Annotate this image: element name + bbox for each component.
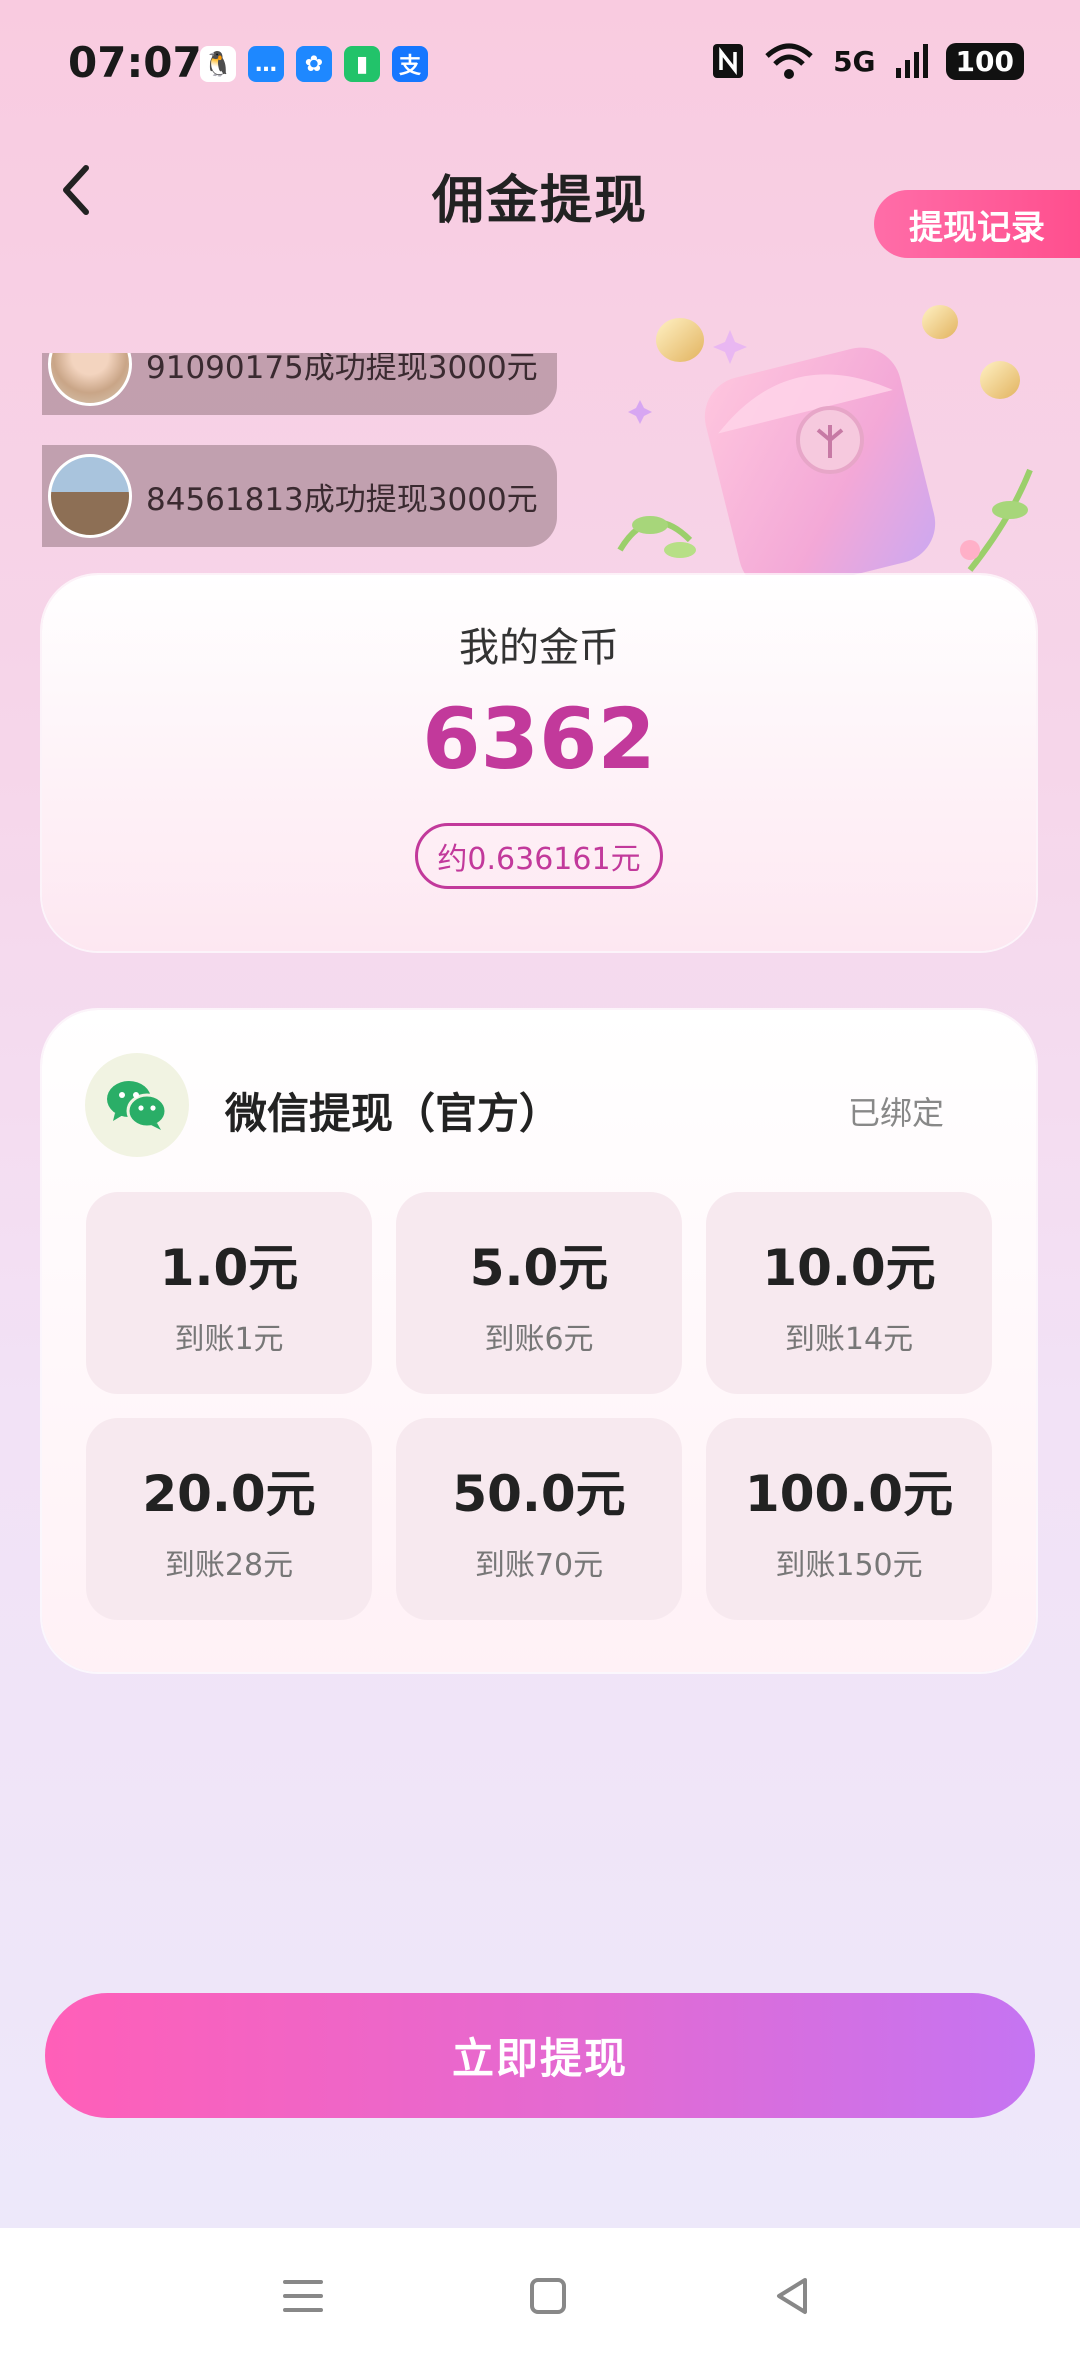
amount-value: 10.0元 — [762, 1239, 936, 1297]
amount-option-1[interactable]: 1.0元 到账1元 — [86, 1192, 372, 1394]
home-icon[interactable] — [520, 2268, 576, 2324]
withdraw-records-button[interactable]: 提现记录 — [874, 190, 1080, 258]
wifi-icon — [765, 43, 813, 79]
notification-icons: 🐧 … ✿ ▮ 支 — [200, 46, 428, 82]
status-time: 07:07 — [68, 38, 202, 87]
alipay-icon: 支 — [392, 46, 428, 82]
amount-option-20[interactable]: 20.0元 到账28元 — [86, 1418, 372, 1620]
status-indicators: 5G 100 — [711, 42, 1024, 80]
arrival-amount: 到账28元 — [164, 1548, 294, 1583]
qq-icon: 🐧 — [200, 46, 236, 82]
coins-label: 我的金币 — [459, 625, 619, 671]
amount-option-10[interactable]: 10.0元 到账14元 — [706, 1192, 992, 1394]
signal-icon — [895, 44, 928, 78]
bind-status: 已绑定 — [847, 1094, 944, 1132]
status-bar: 07:07 🐧 … ✿ ▮ 支 5G 100 — [0, 0, 1080, 130]
amount-value: 100.0元 — [744, 1465, 954, 1523]
avatar — [48, 454, 132, 538]
ticker-text: 91090175成功提现3000元 — [146, 349, 538, 386]
arrival-amount: 到账70元 — [474, 1548, 604, 1583]
amount-value: 50.0元 — [452, 1465, 626, 1523]
amount-option-5[interactable]: 5.0元 到账6元 — [396, 1192, 682, 1394]
ticker-item: 84561813成功提现3000元 — [42, 445, 557, 547]
coins-value: 6362 — [422, 690, 656, 788]
back-icon[interactable] — [765, 2268, 821, 2324]
avatar — [48, 353, 132, 406]
battery-level: 100 — [945, 42, 1024, 80]
ticker-item: 91090175成功提现3000元 — [42, 349, 557, 415]
arrival-amount: 到账6元 — [484, 1322, 594, 1357]
amount-options: 1.0元 到账1元 5.0元 到账6元 10.0元 到账14元 20.0元 到账… — [86, 1192, 992, 1620]
coins-approx-badge: 约0.636161元 — [415, 823, 663, 889]
arrival-amount: 到账1元 — [174, 1322, 284, 1357]
my-coins-card: 我的金币 6362 约0.636161元 — [42, 575, 1036, 951]
network-type: 5G — [833, 44, 876, 78]
amount-option-50[interactable]: 50.0元 到账70元 — [396, 1418, 682, 1620]
red-envelope-illustration — [617, 305, 1033, 580]
ticker-text: 84561813成功提现3000元 — [146, 481, 538, 518]
nfc-icon — [713, 44, 744, 78]
system-navigation-bar — [0, 2228, 1080, 2362]
pinwheel-icon: ✿ — [296, 46, 332, 82]
withdraw-now-button[interactable]: 立即提现 — [45, 1993, 1035, 2118]
amount-option-100[interactable]: 100.0元 到账150元 — [706, 1418, 992, 1620]
arrival-amount: 到账14元 — [784, 1322, 914, 1357]
amount-value: 20.0元 — [142, 1465, 316, 1523]
battery-saver-icon: ▮ — [344, 46, 380, 82]
amount-value: 1.0元 — [159, 1239, 299, 1297]
menu-icon[interactable] — [275, 2268, 331, 2324]
message-icon: … — [248, 46, 284, 82]
arrival-amount: 到账150元 — [775, 1548, 923, 1583]
wechat-withdraw-title: 微信提现（官方） — [225, 1089, 562, 1138]
wechat-icon — [85, 1053, 189, 1157]
amount-value: 5.0元 — [469, 1239, 609, 1297]
withdraw-method-card: 微信提现（官方） 已绑定 1.0元 到账1元 5.0元 到账6元 10.0元 到… — [42, 1010, 1036, 1672]
